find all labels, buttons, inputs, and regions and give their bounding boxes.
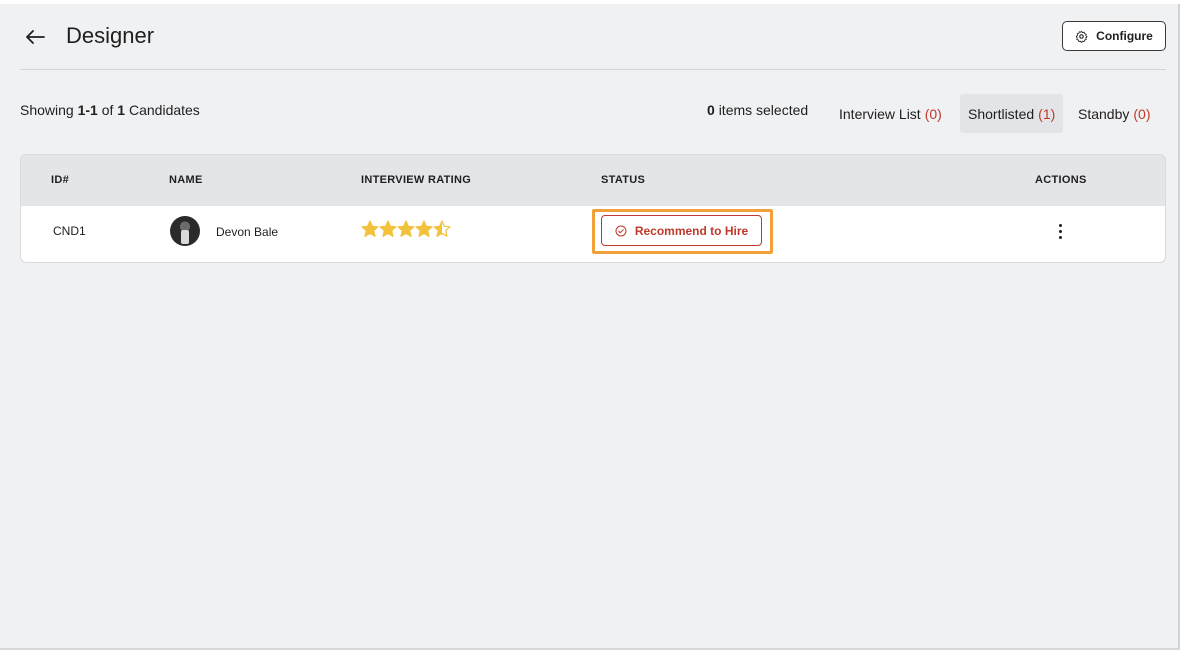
- tab-standby[interactable]: Standby (0): [1070, 94, 1159, 133]
- star-filled-icon: [415, 220, 433, 237]
- selection-count: 0 items selected: [707, 102, 808, 118]
- configure-button[interactable]: Configure: [1062, 21, 1166, 51]
- column-header-name[interactable]: NAME: [169, 174, 203, 186]
- tab-label: Interview List: [839, 105, 921, 122]
- star-filled-icon: [379, 220, 397, 237]
- status-badge[interactable]: Recommend to Hire: [601, 215, 762, 246]
- tab-count: (0): [924, 105, 942, 122]
- candidate-id: CND1: [53, 224, 86, 238]
- star-filled-icon: [397, 220, 415, 237]
- showing-of: of: [101, 102, 114, 118]
- tab-count: (1): [1038, 105, 1056, 122]
- showing-summary: Showing 1-1 of 1 Candidates: [20, 102, 200, 118]
- gear-icon: [1076, 30, 1088, 43]
- selected-count: 0: [707, 102, 715, 118]
- arrow-left-icon: [26, 30, 45, 44]
- column-header-actions: ACTIONS: [1035, 174, 1087, 186]
- showing-total: 1: [117, 102, 126, 118]
- rating-stars: [361, 220, 453, 242]
- showing-range: 1-1: [77, 102, 98, 118]
- list-toolbar: Showing 1-1 of 1 Candidates 0 items sele…: [20, 90, 1166, 133]
- more-vertical-icon-dot: [1058, 229, 1062, 233]
- column-header-id[interactable]: ID#: [51, 174, 69, 186]
- table-header: ID# NAME INTERVIEW RATING STATUS ACTIONS: [21, 155, 1165, 206]
- tab-shortlisted[interactable]: Shortlisted (1): [960, 94, 1064, 133]
- star-filled-icon: [361, 220, 379, 237]
- avatar: [170, 216, 200, 246]
- app-frame: Designer Configure Showing 1-1 of 1 Cand…: [0, 4, 1180, 650]
- tab-interview-list[interactable]: Interview List (0): [831, 94, 950, 133]
- page-title: Designer: [66, 23, 155, 48]
- star-rating-graphic: [361, 220, 451, 237]
- showing-prefix: Showing: [20, 102, 74, 118]
- check-circle-icon: [615, 225, 627, 236]
- configure-label: Configure: [1096, 29, 1153, 43]
- tab-label: Standby: [1078, 105, 1130, 122]
- tab-count: (0): [1133, 105, 1151, 122]
- page-header: Designer Configure: [20, 4, 1166, 70]
- more-vertical-icon-dot: [1058, 235, 1062, 239]
- column-header-status[interactable]: STATUS: [601, 174, 645, 186]
- candidates-table: ID# NAME INTERVIEW RATING STATUS ACTIONS…: [20, 154, 1166, 263]
- selected-label: items selected: [718, 102, 809, 118]
- table-row[interactable]: CND1 Devon Bale Recommend to Hire: [21, 206, 1165, 262]
- showing-suffix: Candidates: [128, 102, 200, 118]
- row-actions-button[interactable]: [1053, 222, 1067, 240]
- candidate-name[interactable]: Devon Bale: [216, 225, 278, 239]
- tab-label: Shortlisted: [968, 105, 1035, 122]
- back-button[interactable]: [24, 26, 46, 48]
- status-label: Recommend to Hire: [634, 223, 749, 238]
- more-vertical-icon: [1058, 223, 1062, 227]
- column-header-rating[interactable]: INTERVIEW RATING: [361, 174, 471, 186]
